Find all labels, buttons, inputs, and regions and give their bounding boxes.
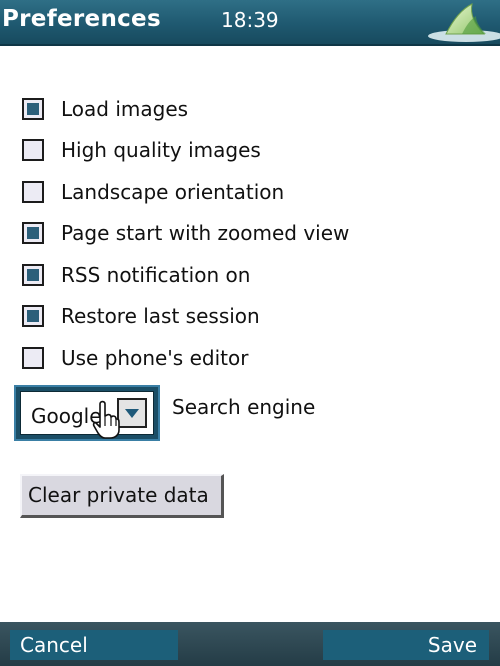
option-checkbox[interactable] xyxy=(22,139,44,162)
clear-private-data-button[interactable]: Clear private data xyxy=(20,474,224,518)
option-row[interactable]: Page start with zoomed view xyxy=(22,213,482,255)
option-row[interactable]: Load images xyxy=(22,88,482,130)
option-label: High quality images xyxy=(61,138,261,163)
option-row[interactable]: Restore last session xyxy=(22,296,482,338)
option-label: Restore last session xyxy=(61,304,260,329)
search-engine-dropdown[interactable]: Google xyxy=(20,391,154,435)
search-engine-label: Search engine xyxy=(172,395,316,419)
option-row[interactable]: High quality images xyxy=(22,130,482,172)
option-row[interactable]: RSS notification on xyxy=(22,254,482,296)
page-title: Preferences xyxy=(2,6,161,32)
option-row[interactable]: Use phone's editor xyxy=(22,337,482,379)
option-checkbox[interactable] xyxy=(22,180,44,203)
option-label: Landscape orientation xyxy=(61,179,285,204)
option-label: RSS notification on xyxy=(61,262,251,287)
clock: 18:39 xyxy=(221,8,279,32)
option-checkbox[interactable] xyxy=(22,97,44,120)
option-row[interactable]: Landscape orientation xyxy=(22,171,482,213)
cancel-softkey[interactable]: Cancel xyxy=(10,630,178,660)
search-engine-select[interactable]: Google xyxy=(14,385,160,441)
shark-fin-logo-icon xyxy=(428,3,500,42)
search-engine-value: Google xyxy=(31,404,102,428)
preferences-list: Load images High quality images Landscape … xyxy=(22,88,482,379)
softkey-bar: Cancel Save xyxy=(0,622,500,666)
option-checkbox[interactable] xyxy=(22,305,44,328)
option-checkbox[interactable] xyxy=(22,346,44,369)
option-label: Page start with zoomed view xyxy=(61,221,350,246)
option-label: Load images xyxy=(61,96,189,121)
save-softkey[interactable]: Save xyxy=(323,630,489,660)
option-label: Use phone's editor xyxy=(61,345,249,370)
chevron-down-icon[interactable] xyxy=(117,398,147,428)
option-checkbox[interactable] xyxy=(22,263,44,286)
title-bar: Preferences 18:39 xyxy=(0,0,500,46)
hand-pointer-icon xyxy=(92,400,120,439)
option-checkbox[interactable] xyxy=(22,222,44,245)
